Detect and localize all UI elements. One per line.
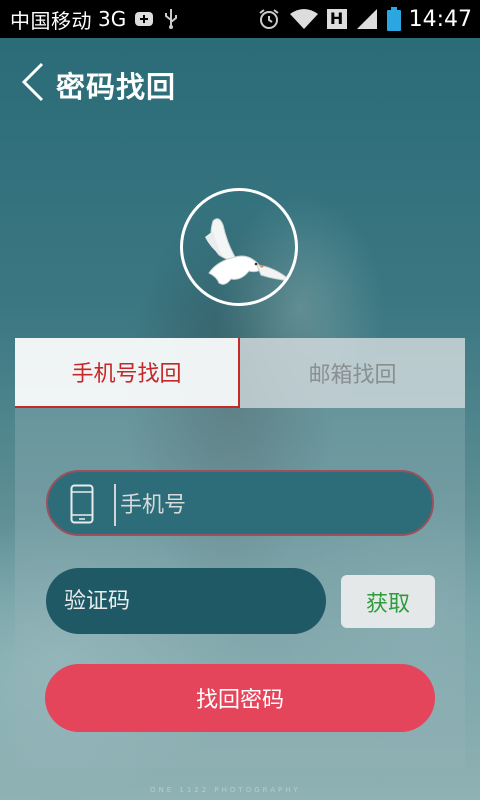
verification-code-input[interactable] <box>62 580 306 622</box>
dove-icon <box>205 218 293 285</box>
wifi-icon <box>289 8 319 30</box>
header: 密码找回 <box>0 38 480 128</box>
phone-input[interactable] <box>114 484 422 526</box>
tab-phone-recovery[interactable]: 手机号找回 <box>15 338 240 408</box>
network-type: 3G <box>98 7 127 31</box>
battery-icon <box>386 7 401 31</box>
alarm-icon <box>257 7 281 31</box>
clock-time: 14:47 <box>408 6 472 32</box>
h-badge-label: H <box>326 9 347 29</box>
usb-icon <box>162 8 180 30</box>
status-bar: 中国移动 3G H 14:47 <box>0 0 480 38</box>
get-code-button[interactable]: 获取 <box>341 575 435 628</box>
carrier-name: 中国移动 <box>10 8 92 33</box>
cell-signal-icon <box>355 8 379 30</box>
chevron-left-icon <box>21 62 44 102</box>
phone-field <box>46 470 434 536</box>
recovery-panel: 手机号找回 邮箱找回 获取 找回密码 <box>15 338 465 768</box>
back-button[interactable] <box>18 60 50 104</box>
h-signal-icon: H <box>326 9 347 29</box>
page-title: 密码找回 <box>56 70 177 104</box>
recover-password-button[interactable]: 找回密码 <box>45 664 435 732</box>
tab-email-recovery[interactable]: 邮箱找回 <box>240 338 465 408</box>
notification-plus-icon <box>134 10 154 28</box>
recovery-tabs: 手机号找回 邮箱找回 <box>15 338 465 408</box>
photo-watermark: ONE 1122 PHOTOGRAPHY <box>150 786 301 794</box>
app-logo <box>180 188 298 306</box>
mobile-phone-icon <box>70 484 94 524</box>
verification-code-field <box>46 568 326 634</box>
